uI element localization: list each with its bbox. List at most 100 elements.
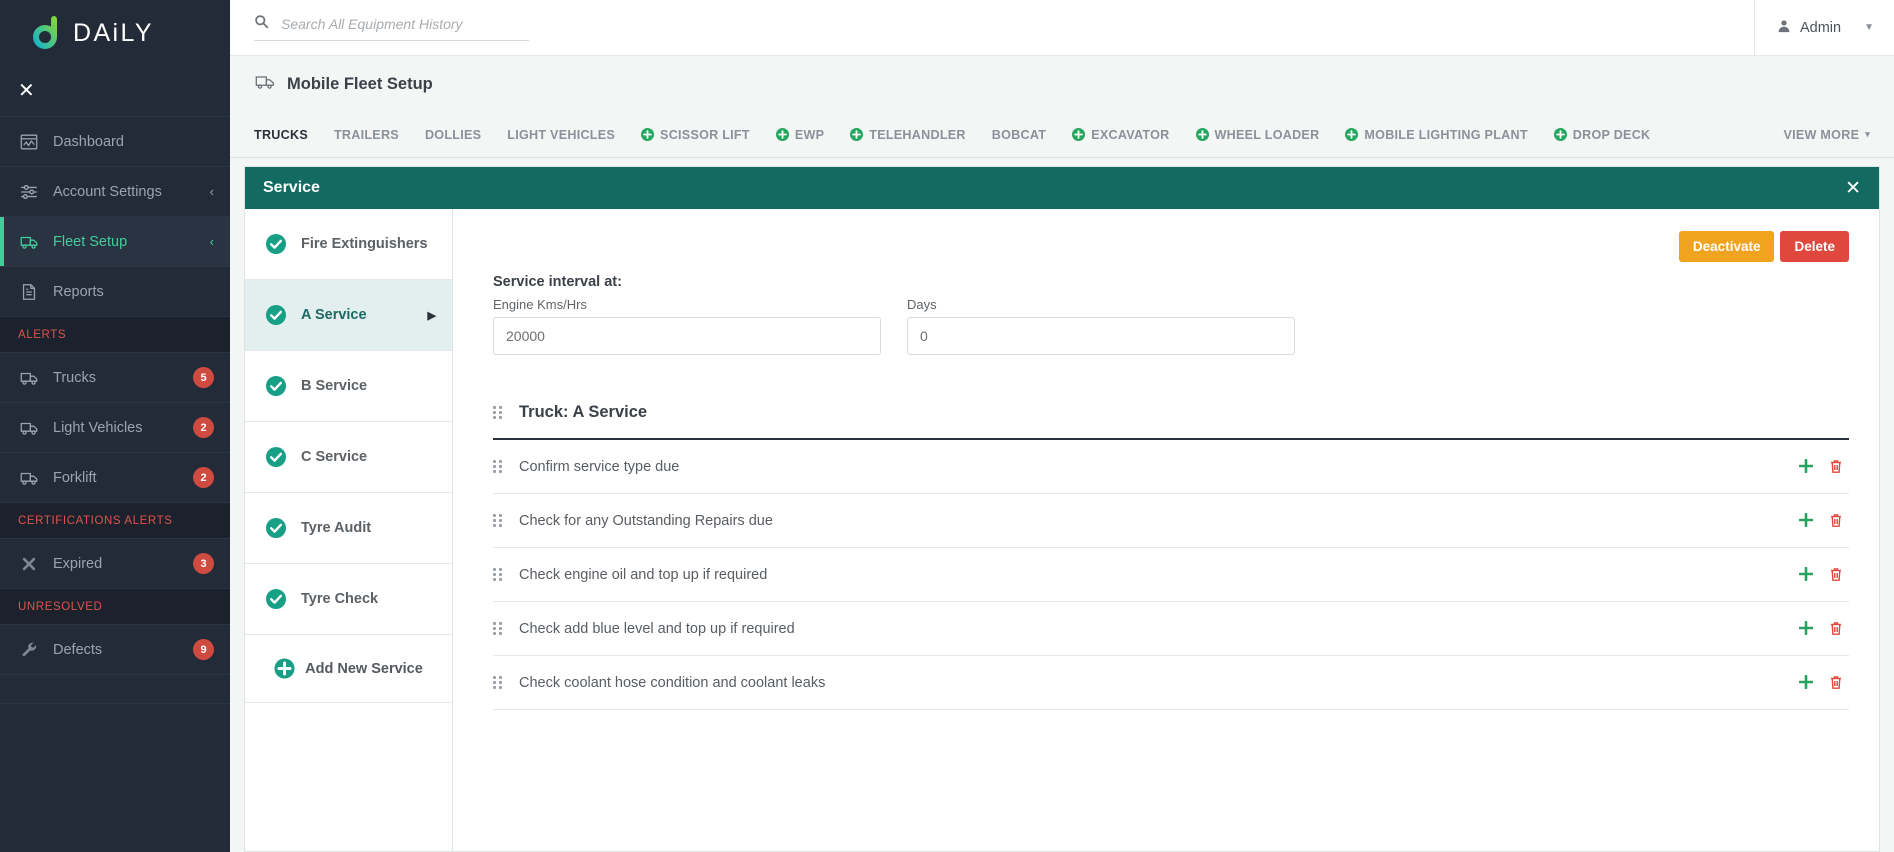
delete-item-icon[interactable] — [1829, 459, 1843, 474]
user-icon — [1777, 19, 1791, 37]
tab-ewp[interactable]: EWP — [763, 112, 837, 158]
service-name: Fire Extinguishers — [301, 236, 428, 252]
delete-button[interactable]: Delete — [1780, 231, 1849, 262]
add-item-icon[interactable] — [1798, 458, 1814, 474]
drag-handle-icon[interactable] — [493, 460, 503, 473]
view-more-button[interactable]: VIEW MORE ▾ — [1784, 128, 1877, 142]
sidebar-item-expired[interactable]: Expired 3 — [0, 538, 230, 588]
service-list-item-b-service[interactable]: B Service — [245, 351, 452, 422]
sidebar-item-label: Reports — [53, 283, 104, 300]
check-circle-icon — [265, 375, 287, 397]
checklist-row: Check engine oil and top up if required — [493, 548, 1849, 602]
equipment-type-tabs: TRUCKS TRAILERS DOLLIES LIGHT VEHICLES S… — [230, 112, 1894, 158]
service-list-item-a-service[interactable]: A Service ▶ — [245, 280, 452, 351]
service-panel-title: Service — [263, 179, 320, 196]
delete-item-icon[interactable] — [1829, 513, 1843, 528]
sidebar-item-defects[interactable]: Defects 9 — [0, 624, 230, 674]
drag-handle-icon[interactable] — [493, 676, 503, 689]
sidebar-item-trucks[interactable]: Trucks 5 — [0, 352, 230, 402]
search-box[interactable] — [254, 14, 529, 41]
user-menu[interactable]: Admin ▼ — [1753, 0, 1894, 56]
tab-mobile-lighting-plant[interactable]: MOBILE LIGHTING PLANT — [1332, 112, 1540, 158]
service-detail: Deactivate Delete Service interval at: E… — [453, 209, 1879, 851]
tab-label: SCISSOR LIFT — [660, 127, 750, 142]
engine-kms-input[interactable] — [493, 317, 881, 355]
tab-telehandler[interactable]: TELEHANDLER — [837, 112, 979, 158]
check-circle-icon — [265, 517, 287, 539]
drag-handle-icon[interactable] — [493, 514, 503, 527]
service-list-item-tyre-audit[interactable]: Tyre Audit — [245, 493, 452, 564]
sidebar-item-label: Forklift — [53, 469, 97, 486]
sidebar-section-unresolved: UNRESOLVED — [0, 588, 230, 624]
delete-item-icon[interactable] — [1829, 621, 1843, 636]
sidebar-filler — [0, 674, 230, 704]
service-list: Fire Extinguishers A Service ▶ B Service… — [245, 209, 453, 851]
sidebar-close-button[interactable]: ✕ — [0, 66, 230, 116]
service-list-item-fire-extinguishers[interactable]: Fire Extinguishers — [245, 209, 452, 280]
service-action-buttons: Deactivate Delete — [493, 231, 1849, 262]
plus-circle-icon — [850, 128, 864, 141]
service-name: C Service — [301, 449, 368, 465]
plus-circle-icon — [1553, 128, 1567, 141]
chevron-down-icon: ▾ — [1865, 129, 1870, 139]
chevron-left-icon: ‹ — [209, 184, 214, 199]
search-icon — [254, 14, 269, 34]
tab-excavator[interactable]: EXCAVATOR — [1059, 112, 1182, 158]
truck-icon — [18, 417, 40, 439]
add-item-icon[interactable] — [1798, 512, 1814, 528]
days-field-group: Days — [907, 297, 1295, 355]
sidebar-item-label: Account Settings — [53, 183, 162, 200]
delete-item-icon[interactable] — [1829, 567, 1843, 582]
sidebar-item-light-vehicles[interactable]: Light Vehicles 2 — [0, 402, 230, 452]
sidebar-item-label: Dashboard — [53, 133, 124, 150]
sidebar-item-label: Trucks — [53, 369, 96, 386]
drag-handle-icon[interactable] — [493, 406, 503, 419]
truck-icon — [18, 231, 40, 253]
tab-wheel-loader[interactable]: WHEEL LOADER — [1183, 112, 1333, 158]
sidebar-item-fleet-setup[interactable]: Fleet Setup ‹ — [0, 216, 230, 266]
checklist-row-actions — [1798, 512, 1843, 528]
checklist-title: Truck: A Service — [519, 403, 648, 421]
add-item-icon[interactable] — [1798, 674, 1814, 690]
checklist-row-actions — [1798, 566, 1843, 582]
status-badge: 2 — [193, 467, 214, 488]
delete-item-icon[interactable] — [1829, 675, 1843, 690]
truck-icon — [254, 71, 276, 98]
page-header: Mobile Fleet Setup — [230, 56, 1894, 112]
brand-name: DAiLY — [73, 18, 155, 47]
add-item-icon[interactable] — [1798, 566, 1814, 582]
wrench-icon — [18, 639, 40, 661]
tab-label: DROP DECK — [1572, 127, 1651, 142]
service-interval-fields: Engine Kms/Hrs Days — [493, 297, 1849, 355]
service-list-item-tyre-check[interactable]: Tyre Check — [245, 564, 452, 635]
sliders-icon — [18, 181, 40, 203]
service-list-item-c-service[interactable]: C Service — [245, 422, 452, 493]
close-icon[interactable]: ✕ — [1845, 179, 1861, 198]
sidebar-item-reports[interactable]: Reports — [0, 266, 230, 316]
search-input[interactable] — [281, 16, 529, 32]
plus-circle-icon — [1195, 128, 1209, 141]
tab-label: EWP — [794, 127, 825, 142]
tab-trailers[interactable]: TRAILERS — [321, 112, 412, 158]
sidebar-item-account-settings[interactable]: Account Settings ‹ — [0, 166, 230, 216]
tab-drop-deck[interactable]: DROP DECK — [1541, 112, 1664, 158]
tab-trucks[interactable]: TRUCKS — [254, 112, 321, 158]
checklist-row: Check for any Outstanding Repairs due — [493, 494, 1849, 548]
add-new-service-button[interactable]: Add New Service — [245, 635, 452, 703]
chevron-down-icon[interactable]: ▼ — [1864, 22, 1874, 33]
drag-handle-icon[interactable] — [493, 622, 503, 635]
deactivate-button[interactable]: Deactivate — [1678, 231, 1775, 262]
service-name: B Service — [301, 378, 368, 394]
sidebar-item-forklift[interactable]: Forklift 2 — [0, 452, 230, 502]
tab-bobcat[interactable]: BOBCAT — [979, 112, 1059, 158]
main-area: Admin ▼ Mobile Fleet Setup TRUCKS TRAILE… — [230, 0, 1894, 852]
chevron-right-icon: ▶ — [427, 309, 436, 322]
tab-light-vehicles[interactable]: LIGHT VEHICLES — [494, 112, 628, 158]
tab-dollies[interactable]: DOLLIES — [412, 112, 494, 158]
sidebar-item-dashboard[interactable]: Dashboard — [0, 116, 230, 166]
days-input[interactable] — [907, 317, 1295, 355]
drag-handle-icon[interactable] — [493, 568, 503, 581]
add-item-icon[interactable] — [1798, 620, 1814, 636]
tab-scissor-lift[interactable]: SCISSOR LIFT — [628, 112, 763, 158]
view-more-label: VIEW MORE — [1783, 127, 1860, 142]
